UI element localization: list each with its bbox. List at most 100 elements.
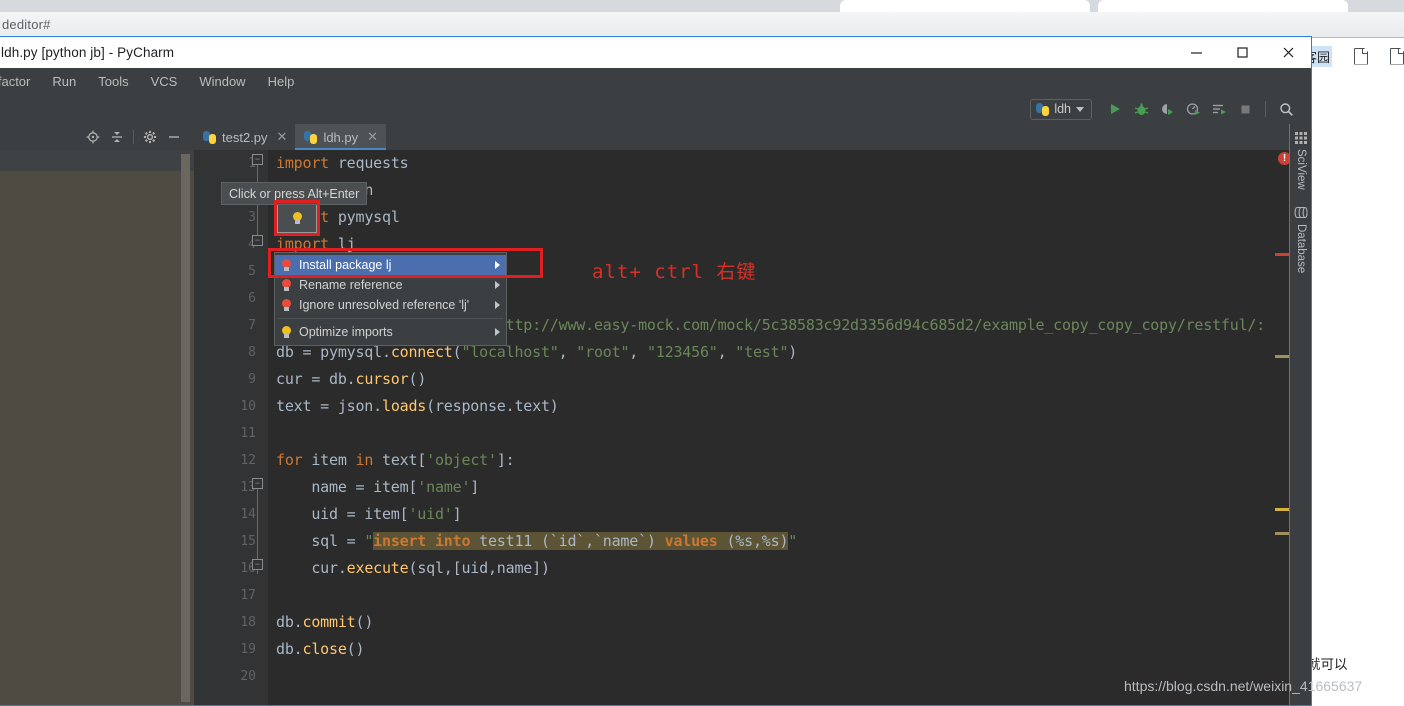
lightbulb-icon — [281, 325, 292, 339]
tab-test2-py[interactable]: test2.py ✕ — [194, 124, 295, 150]
line-number: 19 — [240, 642, 256, 657]
run-with-console-button[interactable] — [1206, 96, 1232, 122]
locate-file-button[interactable] — [81, 125, 105, 149]
annotation-highlight-menu-item — [268, 248, 543, 278]
tab-label: test2.py — [222, 129, 268, 145]
close-icon[interactable]: ✕ — [277, 129, 288, 145]
run-coverage-icon — [1161, 103, 1173, 115]
database-icon — [1294, 206, 1308, 219]
chevron-right-icon — [495, 281, 500, 289]
chevron-down-icon — [1076, 106, 1084, 112]
stop-button[interactable] — [1232, 96, 1258, 122]
browser-tab-1[interactable] — [840, 0, 1090, 12]
line-number: 8 — [248, 345, 256, 360]
tool-tab-label: Database — [1295, 224, 1307, 274]
line-number: 18 — [240, 615, 256, 630]
close-button[interactable] — [1265, 37, 1311, 68]
right-tool-window-strip: SciView Database — [1289, 124, 1311, 705]
window-title: ldh.py [python jb] - PyCharm — [1, 45, 175, 60]
browser-tab-2[interactable] — [1098, 0, 1348, 12]
chevron-right-icon — [495, 301, 500, 309]
tool-tab-sciview[interactable]: SciView — [1290, 128, 1311, 190]
menu-divider — [278, 318, 503, 319]
annotation-text: alt+ ctrl 右键 — [592, 261, 757, 283]
code-line-19: db.close() — [276, 640, 365, 658]
lightbulb-icon — [281, 278, 292, 292]
search-everywhere-button[interactable] — [1273, 96, 1299, 122]
code-text[interactable]: import requests import json import pymys… — [268, 150, 1311, 705]
run-button[interactable] — [1102, 96, 1128, 122]
line-number: 12 — [240, 453, 256, 468]
menu-item-help[interactable]: Help — [257, 72, 306, 91]
line-number: 10 — [240, 399, 256, 414]
browser-address-bar[interactable]: deditor# — [0, 12, 1404, 38]
run-configuration-selector[interactable]: ldh — [1030, 98, 1092, 120]
editor-tab-bar: test2.py ✕ ldh.py ✕ — [194, 124, 1311, 150]
minimize-icon — [1190, 52, 1202, 54]
menu-item-refactor[interactable]: Refactor — [0, 72, 41, 91]
project-tree[interactable]: exe -script.py ipt.py y — [0, 150, 194, 705]
watermark-text: https://blog.csdn.net/weixin_41665637 — [1124, 678, 1363, 694]
editor-area: test2.py ✕ ldh.py ✕ 1 2 3 4 — [194, 124, 1311, 705]
error-marker[interactable] — [1275, 253, 1289, 256]
menu-item-vcs[interactable]: VCS — [140, 72, 189, 91]
run-with-console-icon — [1212, 104, 1226, 114]
profile-button[interactable] — [1180, 96, 1206, 122]
screen-root: deditor# 客园 successful就可以 ldh.py [python… — [0, 0, 1404, 706]
line-number: 7 — [248, 318, 256, 333]
code-line-15: sql = "insert into test11 (`id`,`name`) … — [276, 532, 798, 550]
run-coverage-button[interactable] — [1154, 96, 1180, 122]
menu-item-window[interactable]: Window — [188, 72, 256, 91]
menu-item-ignore-unresolved-reference[interactable]: Ignore unresolved reference 'lj' — [275, 295, 506, 315]
warning-marker[interactable] — [1275, 508, 1289, 511]
collapse-all-icon — [112, 132, 122, 142]
project-tree-scrollbar[interactable] — [181, 154, 190, 702]
fold-toggle-icon[interactable]: − — [252, 154, 263, 165]
fold-toggle-icon[interactable]: − — [252, 559, 263, 570]
fold-toggle-icon[interactable]: − — [252, 478, 263, 489]
tab-ldh-py[interactable]: ldh.py ✕ — [295, 124, 387, 150]
grid-icon — [1295, 132, 1307, 144]
code-line-14: uid = item['uid'] — [276, 505, 462, 523]
debug-button[interactable] — [1128, 96, 1154, 122]
close-icon[interactable]: ✕ — [367, 129, 378, 145]
document-icon[interactable] — [1390, 47, 1404, 65]
browser-url-text: deditor# — [2, 17, 51, 32]
minimize-button[interactable] — [1173, 37, 1219, 68]
locate-icon — [86, 130, 100, 144]
gear-icon — [143, 130, 157, 144]
project-tree-selected-row[interactable] — [0, 150, 194, 171]
warning-marker[interactable] — [1275, 532, 1289, 535]
line-number: 3 — [248, 210, 256, 225]
annotation-highlight-bulb — [274, 200, 320, 236]
tool-tab-label: SciView — [1295, 149, 1307, 190]
tool-tab-database[interactable]: Database — [1290, 202, 1311, 274]
menu-item-run[interactable]: Run — [41, 72, 87, 91]
python-file-icon — [1036, 102, 1050, 116]
python-file-icon — [203, 130, 216, 144]
code-line-8: db = pymysql.connect("localhost", "root"… — [276, 343, 798, 361]
stop-icon — [1241, 105, 1249, 113]
menu-item-rename-reference[interactable]: Rename reference — [275, 275, 506, 295]
run-icon — [1111, 104, 1120, 114]
lightbulb-icon — [281, 298, 292, 312]
fold-toggle-icon[interactable]: − — [252, 235, 263, 246]
warning-marker[interactable] — [1275, 355, 1289, 358]
collapse-all-button[interactable] — [105, 125, 129, 149]
profile-icon — [1186, 102, 1200, 115]
line-number: 11 — [240, 426, 256, 441]
hide-panel-button[interactable] — [162, 125, 186, 149]
code-editor[interactable]: 1 2 3 4 5 6 7 8 9 10 11 12 13 14 — [194, 150, 1311, 705]
search-icon — [1279, 102, 1293, 116]
menu-item-optimize-imports[interactable]: Optimize imports — [275, 322, 506, 342]
panel-divider — [133, 130, 134, 144]
minimize-panel-icon — [169, 136, 179, 138]
document-icon[interactable] — [1354, 47, 1369, 65]
menu-item-tools[interactable]: Tools — [87, 72, 139, 91]
editor-gutter[interactable]: 1 2 3 4 5 6 7 8 9 10 11 12 13 14 — [194, 150, 268, 705]
code-line-12: for item in text['object']: — [276, 451, 515, 469]
maximize-button[interactable] — [1219, 37, 1265, 68]
browser-tab-strip — [0, 0, 1404, 12]
settings-button[interactable] — [138, 125, 162, 149]
close-icon — [1283, 47, 1293, 58]
